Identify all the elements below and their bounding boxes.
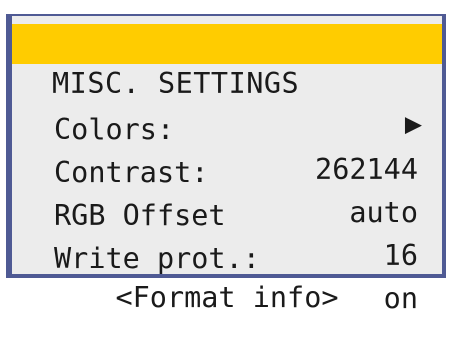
menu-header[interactable]: MISC. SETTINGS ▶ bbox=[12, 24, 442, 140]
menu-item-rgb-offset[interactable]: RGB Offset 16 bbox=[12, 156, 442, 272]
format-info-label: <Format info> bbox=[115, 281, 339, 314]
menu-item-contrast[interactable]: Contrast: auto bbox=[12, 113, 442, 229]
menu-item-colors[interactable]: Colors: 262144 bbox=[12, 70, 442, 186]
settings-screen: MISC. SETTINGS ▶ Colors: 262144 Contrast… bbox=[6, 14, 446, 315]
format-info-button[interactable]: <Format info> bbox=[12, 238, 442, 314]
menu-item-write-protect[interactable]: Write prot.: on bbox=[12, 199, 442, 315]
